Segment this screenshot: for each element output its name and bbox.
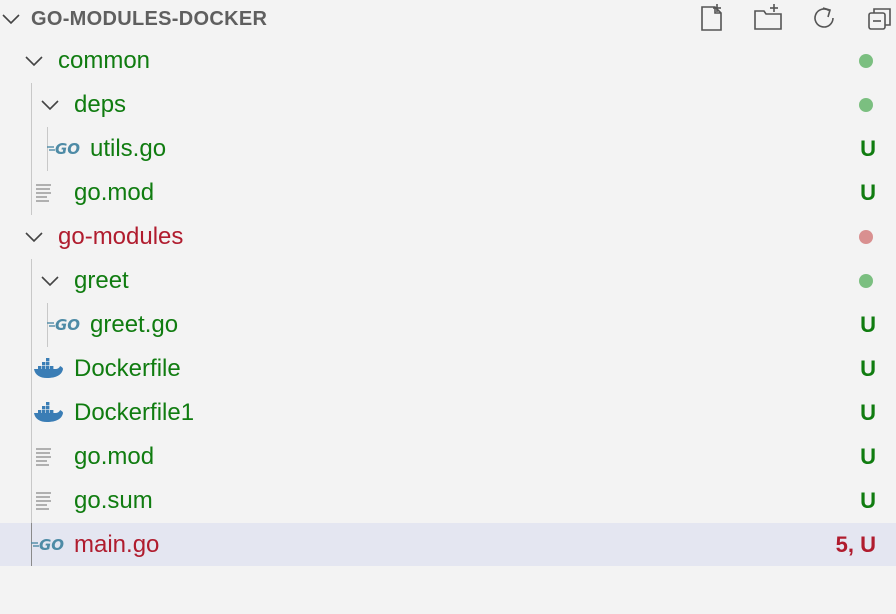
tree-item-label: go-modules <box>58 223 184 250</box>
tree-folder-row[interactable]: common <box>0 39 896 83</box>
tree-item-label: go.mod <box>74 179 155 206</box>
git-status-badge: U <box>860 180 876 205</box>
tree-item-label: utils.go <box>90 135 167 162</box>
chevron-down-icon[interactable] <box>39 94 61 116</box>
tree-item-label: Dockerfile <box>74 355 181 382</box>
explorer-empty-area[interactable] <box>0 566 896 614</box>
tree-item-label: common <box>58 47 151 74</box>
indent-guide <box>31 127 32 171</box>
tree-item-label: deps <box>74 91 127 118</box>
collapse-all-icon[interactable] <box>864 2 896 34</box>
text-file-icon <box>36 448 51 466</box>
git-status-dot <box>859 230 873 244</box>
svg-text:GO: GO <box>39 536 64 554</box>
git-status-dot <box>859 98 873 112</box>
tree-folder-row[interactable]: greet <box>0 259 896 303</box>
explorer-header[interactable]: GO-MODULES-DOCKER <box>0 0 896 38</box>
tree-item-label: greet.go <box>90 311 179 338</box>
text-file-icon <box>36 492 51 510</box>
tree-folder-row[interactable]: go-modules <box>0 215 896 259</box>
chevron-down-icon[interactable] <box>23 226 45 248</box>
indent-guide <box>31 83 32 127</box>
refresh-icon[interactable] <box>808 2 840 34</box>
tree-file-row[interactable]: go.mod U <box>0 171 896 215</box>
git-status-badge: U <box>860 444 876 469</box>
tree-item-label: go.mod <box>74 443 155 470</box>
git-status-badge: U <box>860 136 876 161</box>
tree-file-row[interactable]: GO main.go 5, U <box>0 523 896 567</box>
svg-text:GO: GO <box>55 140 80 158</box>
git-status-badge: U <box>860 312 876 337</box>
chevron-down-icon[interactable] <box>23 50 45 72</box>
git-status-badge: U <box>860 400 876 425</box>
go-file-icon: GO <box>47 316 80 334</box>
text-file-icon <box>36 184 51 202</box>
tree-file-row[interactable]: go.sum U <box>0 479 896 523</box>
tree-item-label: go.sum <box>74 487 153 514</box>
tree-item-label: main.go <box>74 531 160 558</box>
docker-file-icon <box>34 402 63 422</box>
git-status-dot <box>859 54 873 68</box>
git-status-dot <box>859 274 873 288</box>
chevron-down-icon[interactable] <box>0 8 22 30</box>
tree-item-label: greet <box>74 267 129 294</box>
indent-guide <box>31 259 32 303</box>
docker-file-icon <box>34 358 63 378</box>
new-file-icon[interactable] <box>696 2 728 34</box>
go-file-icon: GO <box>47 140 80 158</box>
new-folder-icon[interactable] <box>752 2 784 34</box>
git-status-badge: 5, U <box>835 532 876 557</box>
indent-guide <box>31 303 32 347</box>
svg-text:GO: GO <box>55 316 80 334</box>
tree-file-row[interactable]: Dockerfile U <box>0 347 896 391</box>
chevron-down-icon[interactable] <box>39 270 61 292</box>
tree-folder-row[interactable]: deps <box>0 83 896 127</box>
git-status-badge: U <box>860 488 876 513</box>
go-file-icon: GO <box>31 536 64 554</box>
explorer-title: GO-MODULES-DOCKER <box>31 8 268 30</box>
git-status-badge: U <box>860 356 876 381</box>
tree-item-label: Dockerfile1 <box>74 399 195 426</box>
tree-file-row[interactable]: GO greet.go U <box>0 303 896 347</box>
tree-file-row[interactable]: GO utils.go U <box>0 127 896 171</box>
file-tree: common deps GO utils.go Ugo.mod Ugo-modules gr… <box>0 39 896 567</box>
tree-file-row[interactable]: Dockerfile1 U <box>0 391 896 435</box>
tree-file-row[interactable]: go.mod U <box>0 435 896 479</box>
